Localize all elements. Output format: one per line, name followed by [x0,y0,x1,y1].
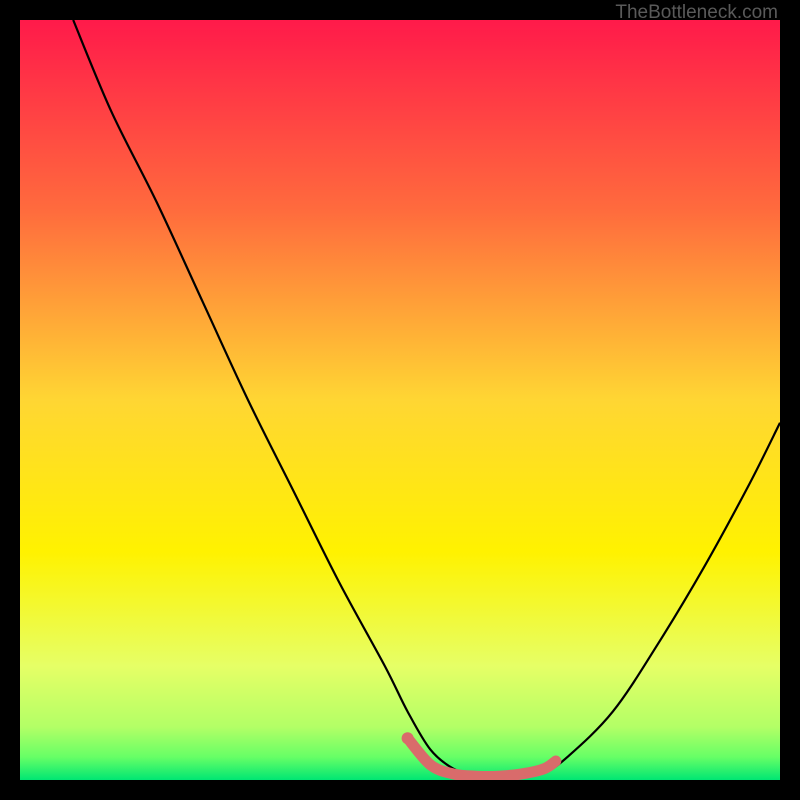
curve-layer [20,20,780,780]
optimal-range-highlight [408,738,556,776]
plot-area [20,20,780,780]
highlight-dot [402,732,414,744]
bottleneck-chart: TheBottleneck.com [0,0,800,800]
bottleneck-curve [73,20,780,777]
